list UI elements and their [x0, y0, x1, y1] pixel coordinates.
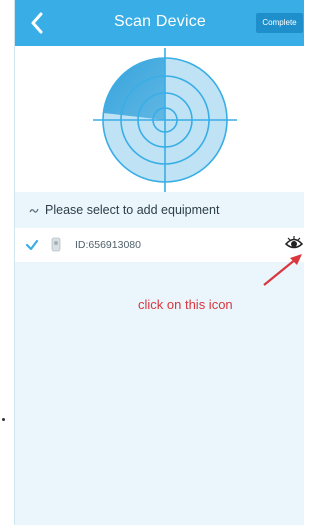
eye-icon[interactable]: [285, 234, 303, 252]
checkmark-icon[interactable]: [25, 238, 39, 252]
device-id: ID:656913080: [75, 239, 141, 251]
back-button[interactable]: [25, 9, 49, 37]
margin-dot: [2, 418, 5, 421]
annotation-arrow-icon: [263, 254, 302, 286]
annotation-text: click on this icon: [138, 297, 233, 312]
nav-bar: Scan Device Complete: [15, 0, 304, 46]
complete-button[interactable]: Complete: [256, 13, 303, 33]
scan-area: [15, 46, 304, 192]
phone-screen: Scan Device Complete Please select to ad…: [14, 0, 304, 525]
page-title: Scan Device: [113, 13, 207, 30]
chevron-left-icon: [31, 12, 43, 34]
select-prompt: Please select to add equipment: [15, 192, 304, 228]
radar-icon: [93, 48, 237, 192]
prompt-text: Please select to add equipment: [45, 203, 220, 217]
screenshot: Scan Device Complete Please select to ad…: [0, 0, 304, 525]
camera-icon: [51, 237, 61, 252]
scan-wave-icon: [29, 205, 39, 215]
